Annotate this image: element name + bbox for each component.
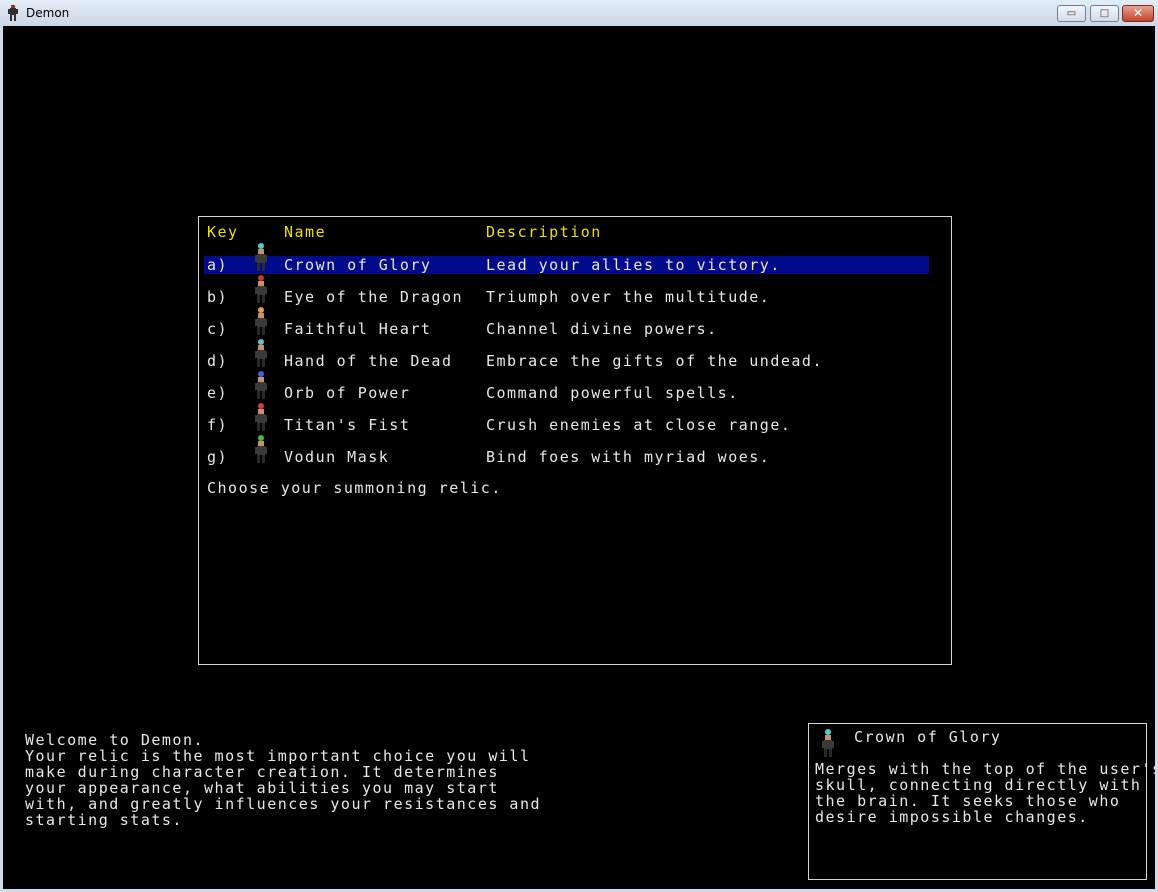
maximize-button[interactable]: □ [1090,5,1119,22]
title-bar[interactable]: Demon ▭ □ ✕ [0,0,1158,26]
minimize-icon: ▭ [1066,8,1077,19]
relic-name: Faithful Heart [284,320,432,338]
game-screen: Key Name Description a) Crown of Glory Lea… [3,26,1155,889]
relic-description: Command powerful spells. [486,384,739,402]
vodun-mask-sprite-icon [255,435,267,463]
relic-row-b[interactable]: b) Eye of the Dragon Triumph over the mult… [204,288,929,306]
relic-name: Titan's Fist [284,416,411,434]
orb-of-power-sprite-icon [255,371,267,399]
minimize-button[interactable]: ▭ [1057,5,1086,22]
relic-row-a[interactable]: a) Crown of Glory Lead your allies to vict… [204,256,929,274]
message-welcome: Welcome to Demon. [25,731,205,749]
close-button[interactable]: ✕ [1122,5,1154,22]
window-title: Demon [26,6,70,20]
relic-key: e) [207,384,229,402]
hand-of-the-dead-sprite-icon [255,339,267,367]
relic-row-d[interactable]: d) Hand of the Dead Embrace the gifts of t… [204,352,929,370]
relic-description: Embrace the gifts of the undead. [486,352,823,370]
relic-key: f) [207,416,229,434]
relic-description: Lead your allies to victory. [486,256,781,274]
demon-app-icon [8,5,18,21]
info-title: Crown of Glory [854,728,1002,746]
relic-row-g[interactable]: g) Vodun Mask Bind foes with myriad woes. [204,448,929,466]
relic-key: d) [207,352,229,370]
relic-name: Eye of the Dragon [284,288,464,306]
header-key: Key [207,223,239,241]
header-description: Description [486,223,602,241]
menu-prompt: Choose your summoning relic. [207,479,502,497]
relic-description: Bind foes with myriad woes. [486,448,771,466]
relic-description: Triumph over the multitude. [486,288,771,306]
maximize-icon: □ [1099,8,1110,19]
faithful-heart-sprite-icon [255,307,267,335]
eye-of-the-dragon-sprite-icon [255,275,267,303]
relic-description: Channel divine powers. [486,320,718,338]
app-window: Demon ▭ □ ✕ Key Name Description a) Crown… [0,0,1158,892]
relic-key: a) [207,256,229,274]
relic-row-c[interactable]: c) Faithful Heart Channel divine powers. [204,320,929,338]
relic-name: Vodun Mask [284,448,390,466]
message-body: Your relic is the most important choice … [25,747,542,829]
relic-name: Crown of Glory [284,256,432,274]
relic-key: b) [207,288,229,306]
crown-of-glory-sprite-icon [255,243,267,271]
close-icon: ✕ [1132,6,1144,20]
info-body: Merges with the top of the user's skull,… [815,760,1155,826]
info-crown-sprite-icon [822,729,834,757]
relic-name: Hand of the Dead [284,352,453,370]
relic-name: Orb of Power [284,384,411,402]
relic-description: Crush enemies at close range. [486,416,792,434]
relic-menu-box [198,216,952,665]
header-name: Name [284,223,327,241]
titans-fist-sprite-icon [255,403,267,431]
relic-key: g) [207,448,229,466]
relic-row-e[interactable]: e) Orb of Power Command powerful spells. [204,384,929,402]
relic-row-f[interactable]: f) Titan's Fist Crush enemies at close ran… [204,416,929,434]
relic-key: c) [207,320,229,338]
